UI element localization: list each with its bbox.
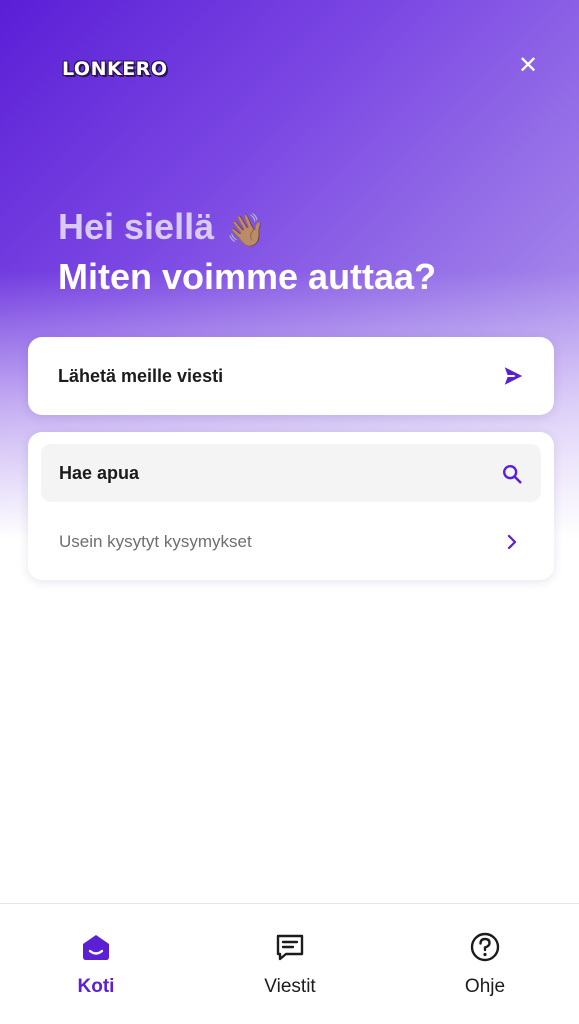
close-button[interactable]: ✕ xyxy=(514,52,542,80)
nav-label-help: Ohje xyxy=(464,976,506,997)
send-message-label: Lähetä meille viesti xyxy=(58,366,224,386)
faq-link[interactable]: Usein kysytyt kysymykset xyxy=(41,516,541,570)
nav-label-home: Koti xyxy=(77,976,115,997)
wave-icon: 👋🏽 xyxy=(226,212,266,248)
messenger-widget: LONKERO ✕ Hei siellä 👋🏽 Miten voimme autt… xyxy=(0,0,579,1024)
chevron-right-icon xyxy=(507,534,517,550)
nav-item-help[interactable]: Ohje xyxy=(425,930,545,1010)
close-icon: ✕ xyxy=(517,52,539,79)
send-message-button[interactable]: Lähetä meille viesti xyxy=(28,337,554,415)
nav-item-home[interactable]: Koti xyxy=(36,930,156,1010)
greeting-label: Hei siellä xyxy=(58,206,215,247)
faq-label: Usein kysytyt kysymykset xyxy=(59,532,252,551)
brand-logo: LONKERO xyxy=(62,58,168,80)
bottom-navigation: Koti Viestit Ohje xyxy=(0,903,579,1024)
greeting-text: Hei siellä 👋🏽 xyxy=(58,206,266,249)
messages-icon xyxy=(276,934,304,961)
send-icon xyxy=(504,367,523,385)
home-icon xyxy=(83,935,109,960)
nav-item-messages[interactable]: Viestit xyxy=(230,930,350,1010)
help-card: Hae apua Usein kysytyt kysymykset xyxy=(28,432,554,580)
search-icon xyxy=(503,465,522,484)
page-title: Miten voimme auttaa? xyxy=(58,256,437,297)
search-help-label: Hae apua xyxy=(59,463,140,483)
help-icon xyxy=(470,932,500,962)
search-help-button[interactable]: Hae apua xyxy=(41,444,541,502)
nav-label-messages: Viestit xyxy=(264,976,316,997)
